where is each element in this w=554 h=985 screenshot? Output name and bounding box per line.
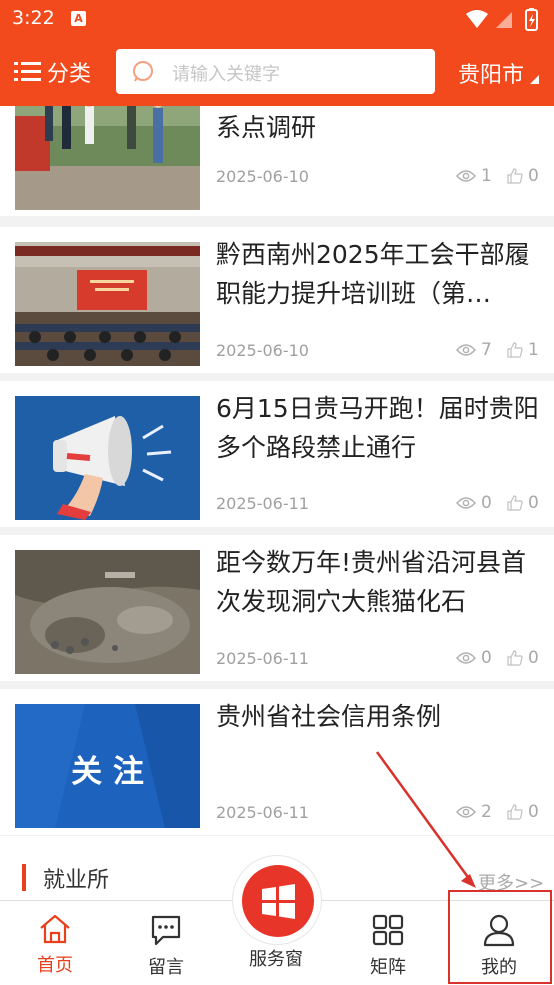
tab-matrix-label: 矩阵 — [370, 957, 406, 978]
article-thumbnail: 关 注 — [15, 704, 200, 828]
article-date: 2025-06-11 — [216, 803, 309, 822]
article-title: 距今数万年!贵州省沿河县首次发现洞穴大熊猫化石 — [216, 548, 527, 616]
status-time: 3:22 — [12, 7, 55, 29]
article-item[interactable]: 省总工会赴织金县乡村振兴联系点调研 2025-06-10 1 0 — [0, 106, 554, 216]
like-count[interactable]: 0 — [507, 166, 539, 186]
view-count: 0 — [456, 648, 492, 668]
service-window-button[interactable] — [232, 855, 322, 945]
thumbs-up-icon — [507, 495, 523, 511]
windows-icon — [262, 884, 295, 919]
article-item[interactable]: 黔西南州2025年工会干部履职能力提升培训班（第… 2025-06-10 7 1 — [0, 227, 554, 373]
article-title: 黔西南州2025年工会干部履职能力提升培训班（第… — [216, 240, 530, 308]
thumbs-up-icon — [507, 168, 523, 184]
article-date: 2025-06-11 — [216, 649, 309, 668]
article-item[interactable]: 关 注 贵州省社会信用条例 2025-06-11 2 0 — [0, 689, 554, 835]
tab-matrix[interactable]: 矩阵 — [348, 913, 428, 979]
search-input[interactable]: 请输入关键字 — [116, 49, 435, 94]
like-count[interactable]: 0 — [507, 648, 539, 668]
thumbnail-caption: 关 注 — [71, 754, 144, 790]
top-bar: 分类 请输入关键字 贵阳市 — [0, 38, 554, 106]
article-list[interactable]: 省总工会赴织金县乡村振兴联系点调研 2025-06-10 1 0 — [0, 106, 554, 900]
article-date: 2025-06-11 — [216, 494, 309, 513]
article-title: 6月15日贵马开跑！届时贵阳多个路段禁止通行 — [216, 394, 539, 462]
eye-icon — [456, 497, 476, 509]
article-date: 2025-06-10 — [216, 167, 309, 186]
grid-icon — [372, 914, 404, 946]
article-date: 2025-06-10 — [216, 341, 309, 360]
like-count[interactable]: 0 — [507, 493, 539, 513]
article-thumbnail — [15, 550, 200, 674]
article-item[interactable]: 距今数万年!贵州省沿河县首次发现洞穴大熊猫化石 2025-06-11 0 0 — [0, 535, 554, 681]
annotation-highlight-box — [448, 890, 552, 984]
article-item[interactable]: 6月15日贵马开跑！届时贵阳多个路段禁止通行 2025-06-11 0 0 — [0, 381, 554, 527]
tab-message[interactable]: 留言 — [126, 913, 206, 979]
like-count[interactable]: 0 — [507, 802, 539, 822]
view-count: 1 — [456, 166, 492, 186]
eye-icon — [456, 806, 476, 818]
eye-icon — [456, 170, 476, 182]
category-label: 分类 — [47, 62, 92, 87]
tab-message-label: 留言 — [148, 957, 184, 978]
section-accent-bar — [22, 864, 26, 891]
eye-icon — [456, 652, 476, 664]
menu-list-icon — [14, 62, 41, 82]
eye-icon — [456, 344, 476, 356]
thumbs-up-icon — [507, 650, 523, 666]
thumbs-up-icon — [507, 342, 523, 358]
status-bar: 3:22 A — [0, 0, 554, 38]
view-count: 7 — [456, 340, 492, 360]
service-window-label: 服务窗 — [249, 949, 303, 970]
dropdown-corner-icon — [530, 75, 539, 84]
thumbs-up-icon — [507, 804, 523, 820]
home-icon — [40, 914, 70, 944]
tab-home[interactable]: 首页 — [15, 913, 95, 977]
tab-home-label: 首页 — [37, 955, 73, 976]
search-placeholder: 请输入关键字 — [172, 64, 280, 85]
service-button-circle — [242, 865, 314, 937]
view-count: 2 — [456, 802, 492, 822]
article-thumbnail — [15, 106, 200, 210]
city-label: 贵阳市 — [458, 63, 525, 88]
system-status-icons — [466, 8, 538, 31]
notification-a-icon: A — [71, 11, 86, 26]
search-icon — [133, 61, 153, 82]
category-button[interactable]: 分类 — [14, 58, 92, 87]
message-icon — [151, 915, 181, 946]
section-title: 就业所 — [43, 868, 110, 893]
article-title: 贵州省社会信用条例 — [216, 702, 442, 731]
article-thumbnail — [15, 396, 200, 520]
city-selector[interactable]: 贵阳市 — [458, 57, 539, 89]
view-count: 0 — [456, 493, 492, 513]
article-title: 省总工会赴织金县乡村振兴联系点调研 — [216, 113, 317, 142]
like-count[interactable]: 1 — [507, 340, 539, 360]
article-thumbnail — [15, 242, 200, 366]
